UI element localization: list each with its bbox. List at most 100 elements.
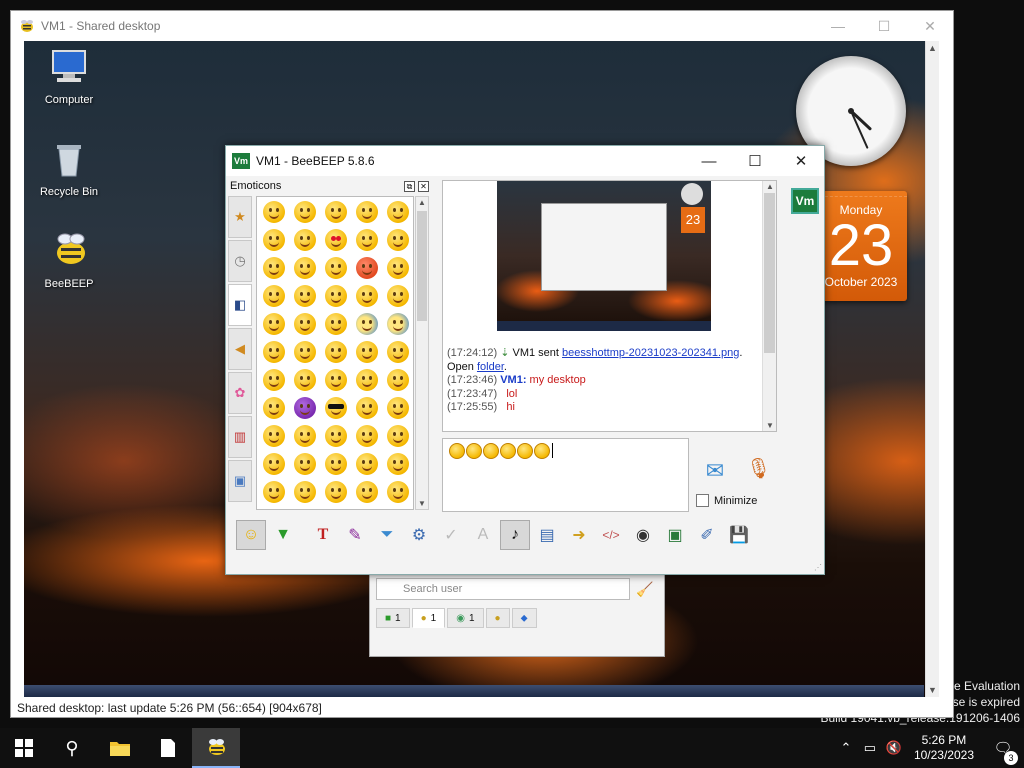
emoticon-item[interactable]: [258, 282, 289, 310]
emoticon-item[interactable]: [351, 422, 382, 450]
emoticon-item[interactable]: [320, 254, 351, 282]
show-hidden-icons-icon[interactable]: ⌃: [834, 740, 858, 756]
scroll-thumb[interactable]: [764, 193, 775, 353]
emoticon-item[interactable]: [351, 478, 382, 506]
emoticon-item[interactable]: [351, 338, 382, 366]
close-panel-icon[interactable]: ✕: [418, 180, 429, 192]
maximize-button[interactable]: ☐: [861, 11, 907, 41]
resize-grip-icon[interactable]: ⋰: [814, 563, 822, 572]
emoticon-item[interactable]: [382, 366, 413, 394]
open-folder-link[interactable]: folder: [477, 361, 504, 373]
emoticon-item[interactable]: [351, 226, 382, 254]
voice-message-button[interactable]: 🎙: [746, 456, 771, 486]
minimize-button[interactable]: —: [815, 11, 861, 41]
desktop-icon-recycle-bin[interactable]: Recycle Bin: [34, 139, 104, 198]
category-nature[interactable]: ✿: [228, 372, 252, 414]
settings-button[interactable]: ⚙: [404, 520, 434, 550]
emoticon-item[interactable]: [382, 226, 413, 254]
emoticon-item[interactable]: [289, 394, 320, 422]
chat-message-view[interactable]: 23 (17:24:12) ⇣ VM1 sent beesshottmp-202…: [442, 180, 777, 432]
tab-chats[interactable]: ◉ 1: [447, 608, 484, 628]
sound-button[interactable]: ♪: [500, 520, 530, 550]
close-button[interactable]: ✕: [907, 11, 953, 41]
file-link[interactable]: beesshottmp-20231023-202341.png: [562, 347, 739, 359]
emoticon-item[interactable]: [382, 198, 413, 226]
emoticon-item[interactable]: [351, 254, 382, 282]
file-explorer-button[interactable]: [96, 728, 144, 768]
search-button[interactable]: ⚲: [48, 728, 96, 768]
emoticon-item[interactable]: [258, 478, 289, 506]
edit-note-button[interactable]: ✐: [692, 520, 722, 550]
emoticon-item[interactable]: [289, 226, 320, 254]
emoticon-item[interactable]: [382, 310, 413, 338]
emoticon-item[interactable]: [320, 282, 351, 310]
desktop-icon-beebeep[interactable]: BeeBEEP: [34, 231, 104, 290]
emoticon-item[interactable]: [320, 394, 351, 422]
emoticon-item[interactable]: [382, 422, 413, 450]
viewer-titlebar[interactable]: VM1 - Shared desktop — ☐ ✕: [11, 11, 953, 41]
search-user-input[interactable]: Search user: [376, 578, 630, 600]
emoticon-item[interactable]: [351, 450, 382, 478]
emoticon-item[interactable]: [258, 450, 289, 478]
emoticon-item[interactable]: [320, 198, 351, 226]
emoticon-item[interactable]: [289, 282, 320, 310]
emoticon-item[interactable]: [320, 422, 351, 450]
emoticon-item[interactable]: [258, 198, 289, 226]
scroll-down-icon[interactable]: ▼: [928, 685, 937, 695]
chat-maximize-button[interactable]: ☐: [732, 146, 778, 176]
category-people[interactable]: ◧: [228, 284, 252, 326]
emoticon-item[interactable]: [258, 310, 289, 338]
emoticon-item[interactable]: [382, 450, 413, 478]
emoticon-item[interactable]: [320, 338, 351, 366]
chat-close-button[interactable]: ✕: [778, 146, 824, 176]
scroll-thumb[interactable]: [417, 211, 427, 321]
user-avatar[interactable]: Vm: [791, 188, 819, 214]
minimize-checkbox[interactable]: [696, 494, 709, 507]
emoticon-item[interactable]: [351, 394, 382, 422]
spellcheck-button[interactable]: ✓: [436, 520, 466, 550]
scroll-down-icon[interactable]: ▼: [766, 421, 774, 430]
save-chat-button[interactable]: ▤: [532, 520, 562, 550]
emoticon-item[interactable]: [289, 366, 320, 394]
category-symbols[interactable]: ▣: [228, 460, 252, 502]
scroll-up-icon[interactable]: ▲: [766, 182, 774, 191]
screenshot-thumbnail[interactable]: 23: [497, 181, 711, 331]
emoticons-button[interactable]: ☺: [236, 520, 266, 550]
volume-mute-icon[interactable]: 🔇: [882, 740, 906, 756]
emoticon-item[interactable]: [382, 254, 413, 282]
format-button[interactable]: ▼: [268, 520, 298, 550]
emoticon-item[interactable]: [289, 310, 320, 338]
emoticon-item[interactable]: [289, 198, 320, 226]
scroll-down-icon[interactable]: ▼: [418, 499, 426, 508]
beebeep-taskbar-button[interactable]: [192, 728, 240, 768]
emoticon-item[interactable]: [320, 478, 351, 506]
filter-button[interactable]: ⏷: [372, 520, 402, 550]
emoticon-item[interactable]: [289, 338, 320, 366]
tab-users[interactable]: ■ 1: [376, 608, 410, 628]
action-center-button[interactable]: 🗨 3: [982, 739, 1024, 765]
emoticon-item[interactable]: [382, 338, 413, 366]
send-file-button[interactable]: ➜: [564, 520, 594, 550]
tray-clock[interactable]: 5:26 PM 10/23/2023: [906, 733, 982, 763]
category-places[interactable]: ▥: [228, 416, 252, 458]
send-button[interactable]: ✉: [699, 458, 731, 484]
chat-scrollbar[interactable]: ▲ ▼: [762, 181, 776, 431]
start-button[interactable]: [0, 728, 48, 768]
emoticon-item[interactable]: [351, 282, 382, 310]
scroll-up-icon[interactable]: ▲: [418, 198, 426, 207]
font-button[interactable]: T: [308, 520, 338, 550]
word-complete-button[interactable]: A: [468, 520, 498, 550]
emoticon-item[interactable]: [320, 226, 351, 254]
remote-desktop-view[interactable]: Computer Recycle Bin BeeBEEP Monday 23 O…: [24, 41, 939, 697]
minimize-option[interactable]: Minimize: [696, 494, 757, 507]
tab-pinned[interactable]: ⬥: [511, 608, 537, 628]
emoticon-item[interactable]: [320, 450, 351, 478]
scroll-up-icon[interactable]: ▲: [928, 43, 937, 53]
emoticon-item[interactable]: [258, 338, 289, 366]
emoticon-item[interactable]: [382, 478, 413, 506]
category-recent[interactable]: ★: [228, 196, 252, 238]
desktop-icon-computer[interactable]: Computer: [34, 47, 104, 106]
category-time[interactable]: ◷: [228, 240, 252, 282]
emoticon-item[interactable]: [258, 366, 289, 394]
chat-titlebar[interactable]: Vm VM1 - BeeBEEP 5.8.6 — ☐ ✕: [226, 146, 824, 176]
